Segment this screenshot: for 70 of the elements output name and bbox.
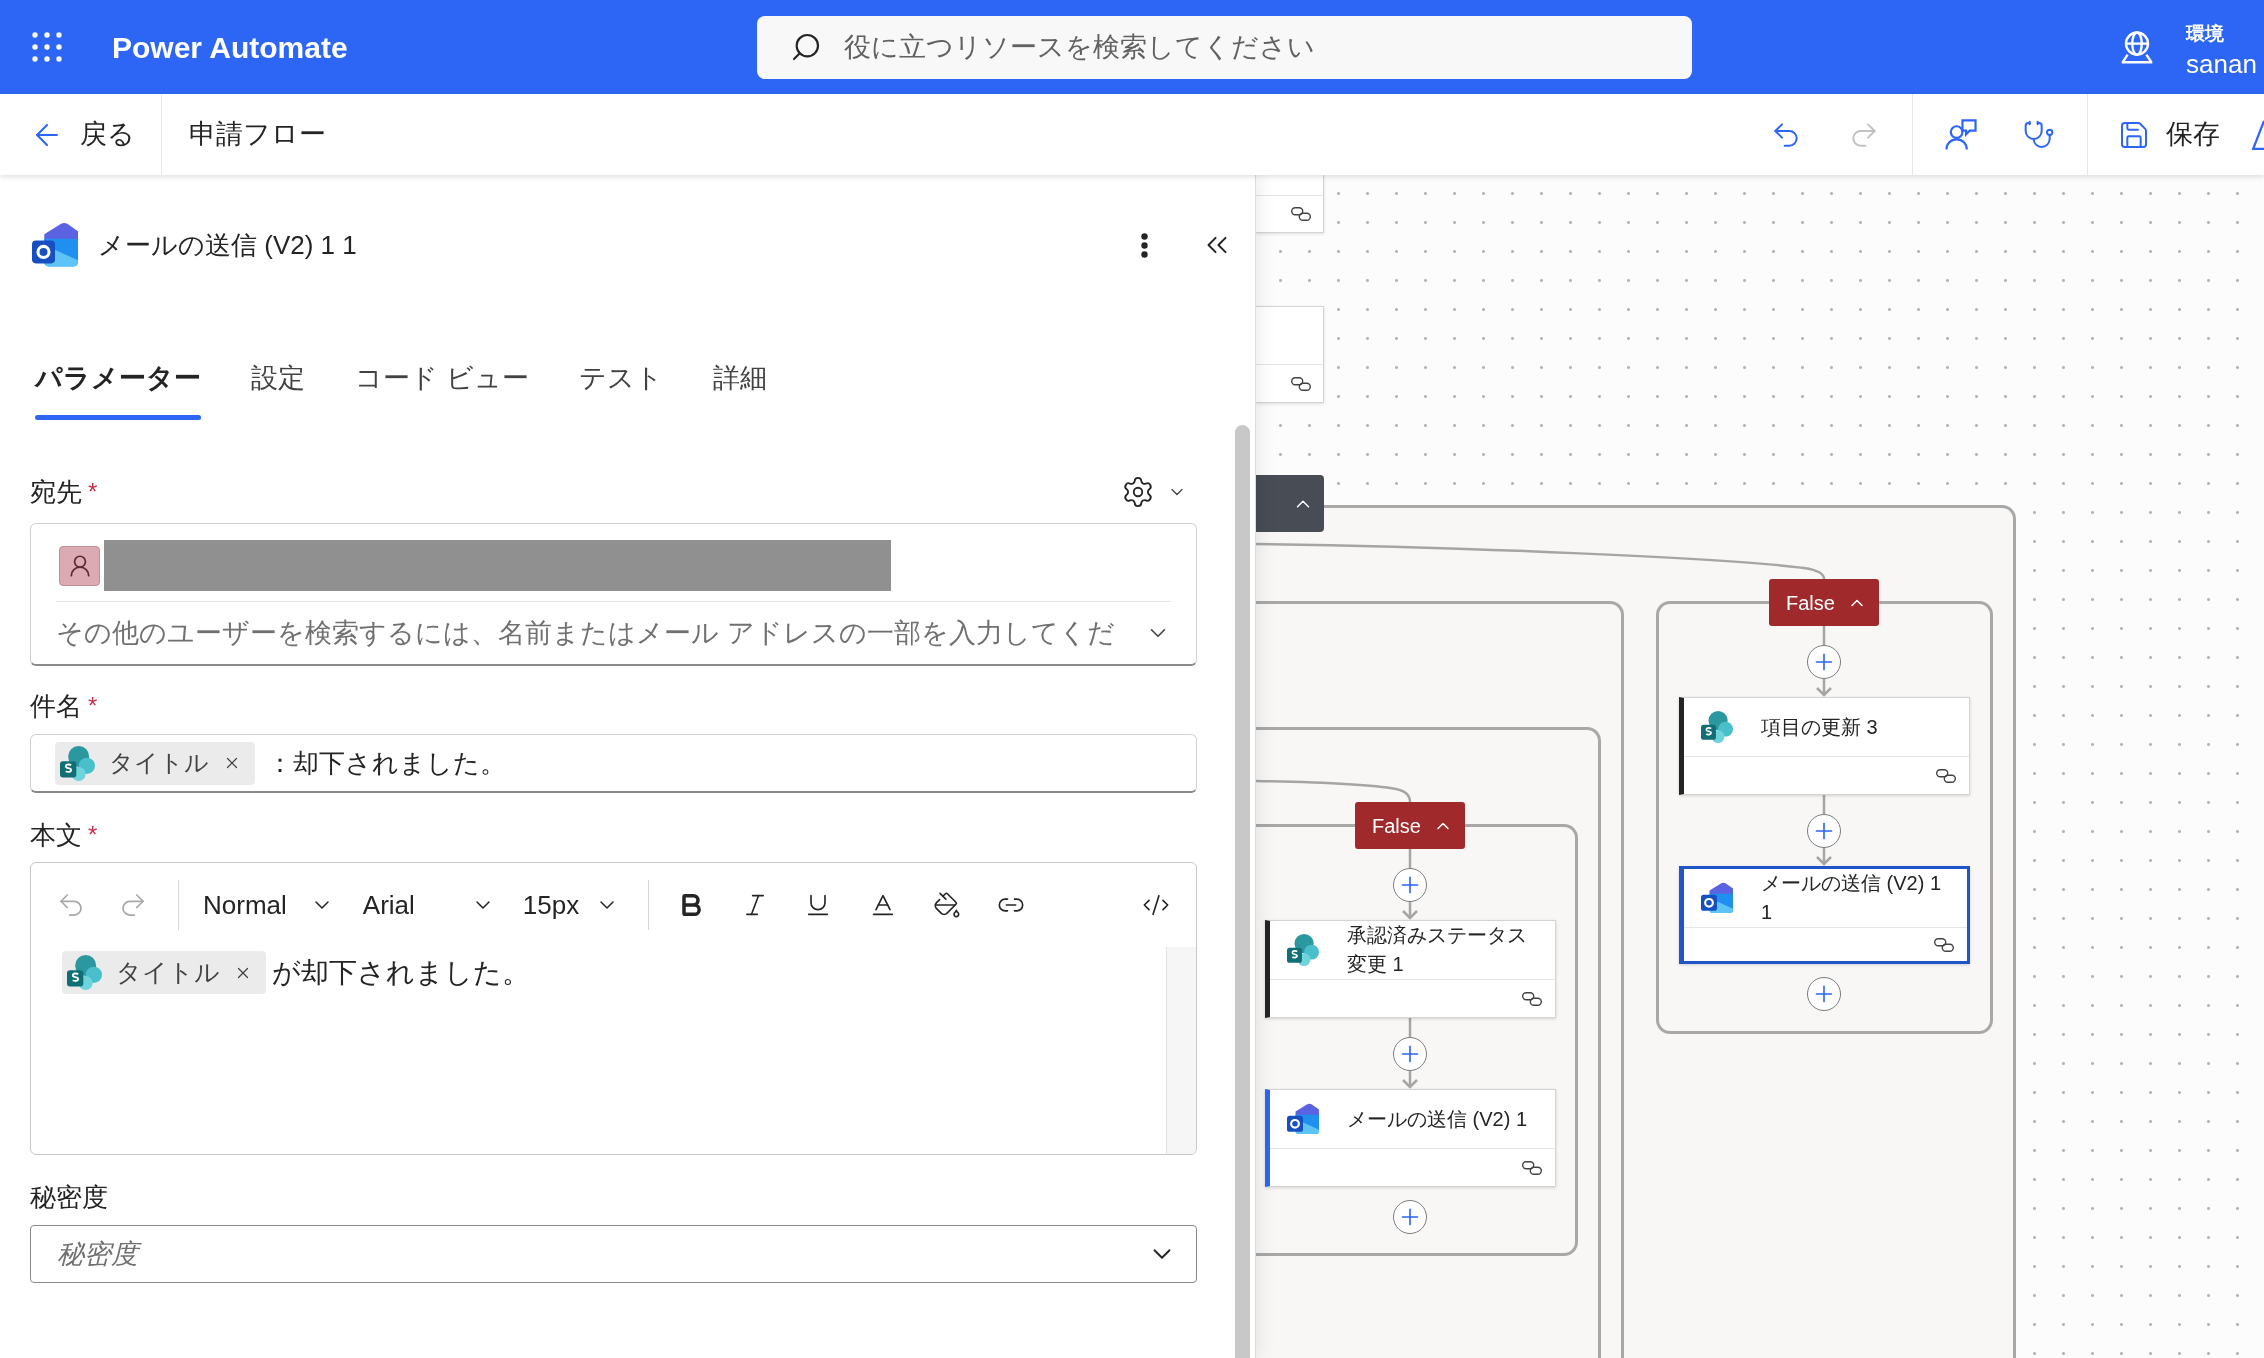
circles-logo-icon: [60, 745, 95, 781]
envelope-logo-icon: [1701, 882, 1733, 914]
more-icon: [1140, 232, 1148, 258]
tab[interactable]: 詳細: [712, 359, 767, 420]
person-icon: [59, 545, 100, 586]
link-icon: [1291, 207, 1311, 221]
field-label: 本文: [30, 818, 82, 852]
tab[interactable]: コード ビュー: [355, 359, 529, 420]
link-icon: [1522, 1160, 1542, 1175]
envelope-logo-icon: [1287, 1103, 1319, 1135]
waffle-menu-icon: [32, 32, 62, 62]
token-chip[interactable]: タイトル: [55, 741, 255, 785]
paint-bucket-icon: [933, 891, 962, 919]
environment-label: 環境: [2186, 22, 2224, 46]
people-picker-input[interactable]: その他のユーザーを検索するには、名前またはメール アドレスの一部を入力してくだ: [56, 612, 1145, 654]
card-title: メールの送信 (V2) 1 1: [1761, 871, 1943, 925]
dropdown-field[interactable]: 秘密度: [30, 1225, 1197, 1283]
action-card[interactable]: 承認済みステータス変更 1: [1265, 920, 1556, 1018]
connector-line: [1822, 795, 1826, 814]
circles-logo-icon: [1287, 934, 1319, 966]
field-label: 秘密度: [30, 1180, 108, 1214]
card-title: 承認済みステータス変更 1: [1347, 923, 1528, 977]
connector-line: [1408, 1018, 1412, 1037]
save-button[interactable]: 保存: [2108, 106, 2230, 163]
font-dropdown[interactable]: Arial: [362, 885, 495, 925]
branch-label-button[interactable]: False: [1355, 802, 1465, 849]
size-dropdown[interactable]: 15px: [522, 885, 620, 925]
action-card[interactable]: 項目の更新 3: [1679, 697, 1970, 795]
circles-logo-icon: [67, 955, 102, 990]
editor-scrollbar[interactable]: [1166, 947, 1196, 1154]
link-icon: [1936, 768, 1956, 783]
card-title: 項目の更新 3: [1761, 714, 1879, 740]
format-dropdown[interactable]: Normal: [203, 885, 334, 925]
branch-label-button[interactable]: False: [1769, 579, 1879, 626]
required-mark: *: [88, 477, 98, 507]
card-title: メールの送信 (V2) 1: [1347, 1106, 1529, 1132]
action-card[interactable]: メールの送信 (V2) 1: [1265, 1089, 1556, 1187]
action-card[interactable]: メールの送信 (V2) 1 1: [1679, 866, 1970, 964]
globe-icon: [2120, 30, 2154, 64]
tab[interactable]: 設定: [251, 359, 305, 420]
tab[interactable]: テスト: [578, 359, 663, 420]
required-mark: *: [88, 691, 98, 721]
field-label: 件名: [30, 689, 82, 723]
environment-name[interactable]: sanan: [2186, 48, 2257, 80]
field-value: ：却下されました。: [267, 746, 506, 780]
person-chat-icon: [1945, 118, 1977, 151]
panel-title: メールの送信 (V2) 1 1: [98, 228, 357, 262]
tab[interactable]: パラメーター: [35, 359, 201, 420]
flow-name: 申請フロー: [189, 118, 326, 152]
connector-line: [1822, 626, 1826, 645]
settings-icon: [1121, 475, 1155, 509]
envelope-logo-icon: [32, 222, 78, 268]
subject-field[interactable]: タイトル ：却下されました。: [30, 734, 1197, 793]
required-mark: *: [88, 820, 98, 850]
body-text: が却下されました。: [272, 955, 530, 990]
recipient-field[interactable]: その他のユーザーを検索するには、名前またはメール アドレスの一部を入力してくだ: [30, 523, 1197, 666]
connector-line: [1408, 849, 1412, 868]
token-chip[interactable]: タイトル: [62, 951, 266, 994]
link-icon: [1934, 937, 1954, 952]
link-icon: [1522, 991, 1542, 1006]
circles-logo-icon: [1701, 711, 1733, 743]
app-title: Power Automate: [112, 29, 348, 66]
field-label: 宛先: [30, 475, 82, 509]
back-button[interactable]: 戻る: [0, 94, 161, 175]
scrollbar[interactable]: [1235, 425, 1250, 1358]
stethoscope-icon: [2023, 118, 2055, 151]
body-editor[interactable]: Normal Arial 15px タイトル が却下されました。: [30, 862, 1197, 1155]
search-field[interactable]: 役に立つリソースを検索してください: [757, 15, 1692, 79]
action-card[interactable]: [1256, 175, 1324, 233]
link-icon: [1291, 376, 1311, 391]
